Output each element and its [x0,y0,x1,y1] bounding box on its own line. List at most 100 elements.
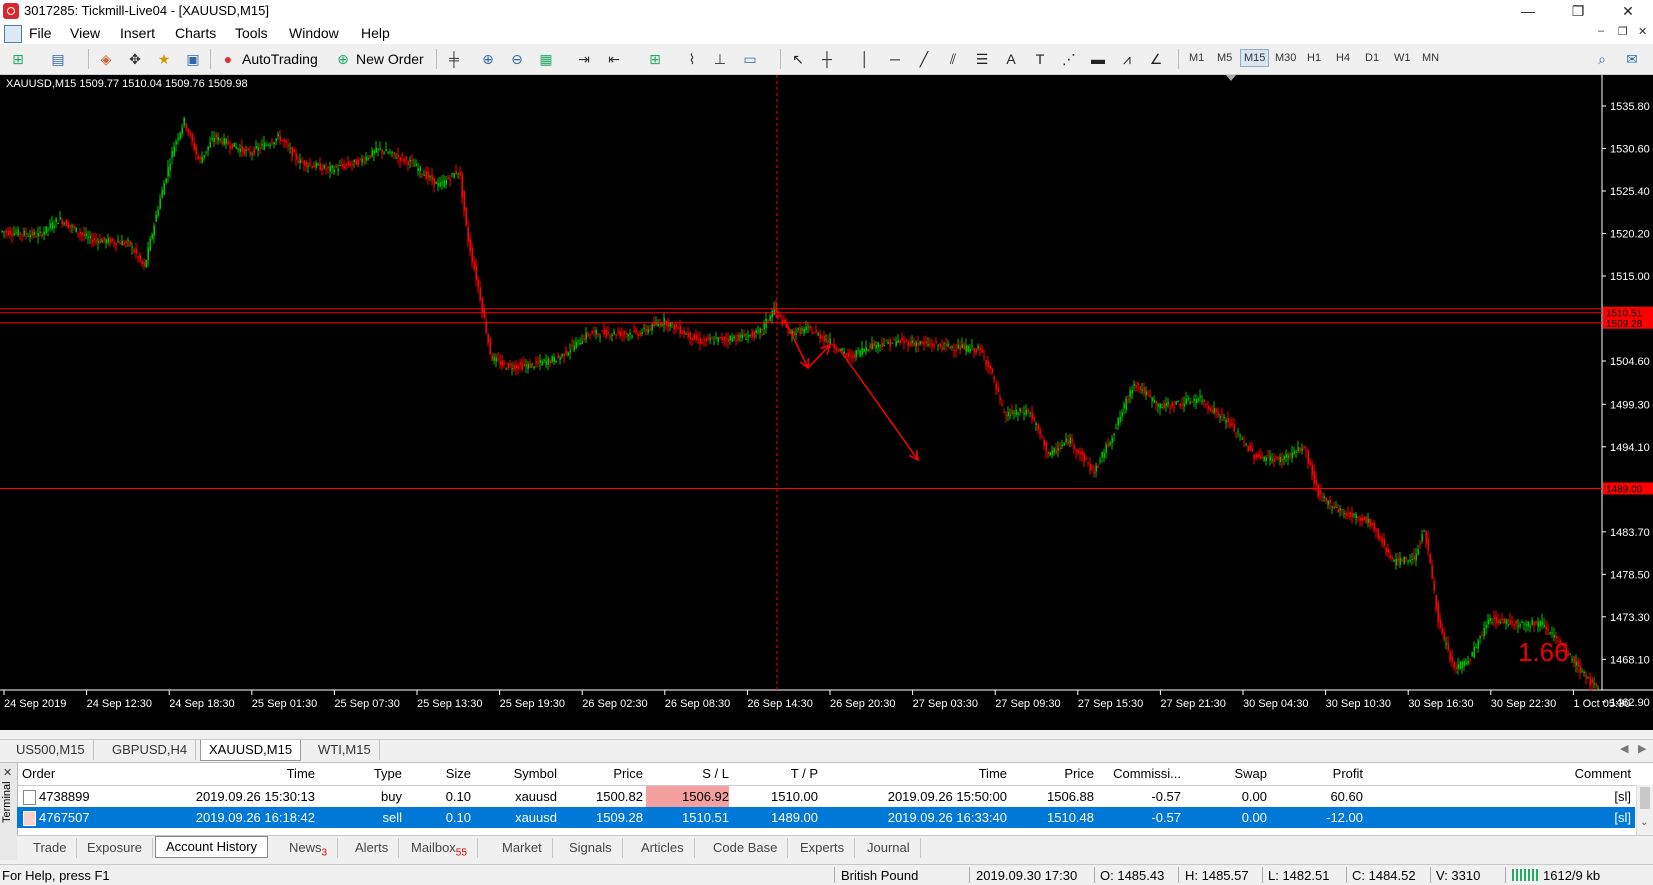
auto-scroll-icon[interactable]: ⇥ [574,49,594,69]
menu-help[interactable]: Help [361,25,390,41]
equidistant-channel-icon[interactable]: ⫽ [943,49,963,69]
candle-body [861,347,863,355]
timeframe-m1[interactable]: M1 [1186,51,1207,65]
tab-journal[interactable]: Journal [857,838,921,858]
timeframe-m15[interactable]: M15 [1240,49,1270,67]
scroll-down-icon[interactable]: ⌄ [1640,817,1648,828]
chart-tab-gbpusd[interactable]: GBPUSD,H4 [104,740,197,760]
terminal-icon[interactable]: ▣ [183,49,203,69]
rectangle-icon[interactable]: ▬ [1088,49,1108,69]
fibonacci-icon[interactable]: ☰ [972,49,992,69]
table-row-selected[interactable]: 4767507 2019.09.26 16:18:42 sell 0.10 xa… [17,807,1635,828]
menu-view[interactable]: View [70,25,100,41]
tab-signals[interactable]: Signals [559,838,623,858]
terminal-scrollbar[interactable]: ⌄ [1636,785,1653,835]
mdi-minimize-button[interactable]: – [1598,25,1604,37]
tab-mailbox[interactable]: Mailbox55 [401,838,478,859]
close-button[interactable]: ✕ [1605,0,1651,22]
candle-body [1259,455,1261,459]
autotrading-button[interactable]: AutoTrading [242,51,318,67]
zoom-in-icon[interactable]: ⊕ [478,49,498,69]
favorites-icon[interactable]: ★ [154,49,174,69]
header-time[interactable]: Time [125,763,315,785]
tab-articles[interactable]: Articles [631,838,695,858]
header-sl[interactable]: S / L [646,763,729,785]
header-size[interactable]: Size [405,763,471,785]
timeframe-m30[interactable]: M30 [1272,51,1299,65]
timeframe-w1[interactable]: W1 [1391,51,1414,65]
chart-template-icon[interactable]: ▭ [740,49,760,69]
market-watch-icon[interactable]: ◈ [96,49,116,69]
header-type[interactable]: Type [320,763,402,785]
header-symbol[interactable]: Symbol [474,763,557,785]
timeframe-h1[interactable]: H1 [1304,51,1324,65]
text-icon[interactable]: A [1001,49,1021,69]
header-price[interactable]: Price [560,763,643,785]
cursor-icon[interactable]: ↖ [788,49,808,69]
gann-icon[interactable]: ∠ [1146,49,1166,69]
chart-tab-xauusd[interactable]: XAUUSD,M15 [200,740,302,761]
menu-tools[interactable]: Tools [235,25,268,41]
menu-file[interactable]: File [29,25,52,41]
menu-insert[interactable]: Insert [120,25,155,41]
vertical-line-icon[interactable]: │ [855,49,875,69]
table-row[interactable]: 4738899 2019.09.26 15:30:13 buy 0.10 xau… [17,786,1635,807]
tab-code-base[interactable]: Code Base [703,838,789,858]
restore-button[interactable]: ❐ [1555,0,1601,22]
tab-scroll-left-icon[interactable]: ◀ [1620,742,1628,755]
chart-tab-wti[interactable]: WTI,M15 [310,740,380,760]
timeframe-m5[interactable]: M5 [1214,51,1235,65]
scrollbar-thumb[interactable] [1640,787,1650,809]
chart-tab-us500[interactable]: US500,M15 [8,740,94,760]
tab-exposure[interactable]: Exposure [77,838,153,858]
horizontal-line-icon[interactable]: ─ [885,49,905,69]
header-swap[interactable]: Swap [1184,763,1267,785]
candlestick-icon[interactable]: ╪ [444,49,464,69]
tile-windows-icon[interactable]: ▦ [536,49,556,69]
new-order-button[interactable]: New Order [356,51,424,67]
new-chart-icon[interactable]: ⊞ [8,49,28,69]
indicators-icon[interactable]: ⊞ [645,49,665,69]
header-close-price[interactable]: Price [1010,763,1094,785]
autotrading-icon[interactable]: ● [218,49,238,69]
tab-alerts[interactable]: Alerts [345,838,400,858]
mdi-close-button[interactable]: ✕ [1638,25,1647,38]
text-label-icon[interactable]: T [1030,49,1050,69]
navigator-icon[interactable]: ✥ [125,49,145,69]
timeframe-d1[interactable]: D1 [1362,51,1382,65]
price-chart[interactable]: 1535.80 1530.60 1525.40 1520.20 1515.00 1504.… [0,75,1653,730]
header-close-time[interactable]: Time [821,763,1007,785]
templates-icon[interactable]: ⊥ [710,49,730,69]
chart-canvas[interactable]: 1535.80 1530.60 1525.40 1520.20 1515.00 1504.… [0,75,1653,730]
zoom-out-icon[interactable]: ⊖ [507,49,527,69]
minimize-button[interactable]: — [1505,0,1551,22]
profiles-icon[interactable]: ▤ [48,49,68,69]
chart-shift-icon[interactable]: ⇤ [604,49,624,69]
trendline-icon[interactable]: ╱ [914,49,934,69]
timeframe-mn[interactable]: MN [1419,51,1442,65]
tab-experts[interactable]: Experts [790,838,856,858]
tab-news[interactable]: News3 [279,838,339,859]
mdi-restore-button[interactable]: ❐ [1618,25,1628,38]
header-order[interactable]: Order [22,763,122,785]
crosshair-icon[interactable]: ┼ [817,49,837,69]
tab-account-history[interactable]: Account History [155,836,269,858]
tab-market[interactable]: Market [492,838,553,858]
new-order-icon[interactable]: ⊕ [333,49,353,69]
menu-charts[interactable]: Charts [175,25,216,41]
tab-scroll-right-icon[interactable]: ▶ [1638,742,1646,755]
header-profit[interactable]: Profit [1270,763,1363,785]
header-tp[interactable]: T / P [732,763,818,785]
period-icon[interactable]: ⌇ [682,49,702,69]
terminal-close-icon[interactable]: ✕ [3,766,12,779]
status-profile[interactable]: British Pound [841,868,918,883]
elliott-icon[interactable]: ⩘ [1117,49,1137,69]
header-commission[interactable]: Commissi... [1097,763,1181,785]
fibo-fan-icon[interactable]: ⋰ [1059,49,1079,69]
timeframe-h4[interactable]: H4 [1333,51,1353,65]
header-comment[interactable]: Comment [1366,763,1631,785]
search-icon[interactable]: ⌕ [1592,49,1612,69]
menu-window[interactable]: Window [289,25,339,41]
tab-trade[interactable]: Trade [23,838,78,858]
chat-icon[interactable]: ✉ [1622,49,1642,69]
